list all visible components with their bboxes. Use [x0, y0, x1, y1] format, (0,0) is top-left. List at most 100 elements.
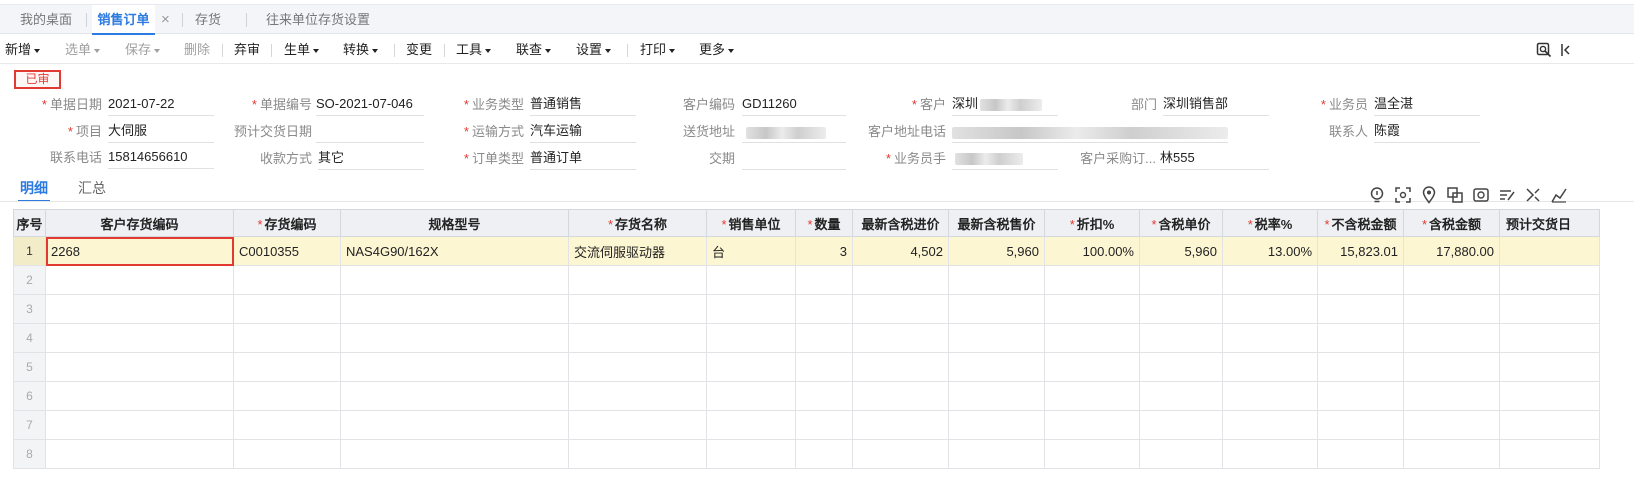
tab-detail[interactable]: 明细	[18, 178, 50, 202]
payment-field[interactable]: 其它	[318, 148, 424, 170]
biz-type-field[interactable]: 普通销售	[530, 94, 636, 116]
empty-cell[interactable]	[1403, 410, 1500, 440]
col-header-delivery-date[interactable]: 预计交货日	[1499, 209, 1600, 237]
location-icon[interactable]	[1420, 186, 1438, 204]
clear-icon[interactable]	[1472, 186, 1490, 204]
empty-cell[interactable]	[1139, 439, 1223, 469]
empty-cell[interactable]	[852, 439, 949, 469]
empty-cell[interactable]	[1139, 294, 1223, 324]
tab-sales-order[interactable]: 销售订单	[92, 5, 155, 35]
order-type-field[interactable]: 普通订单	[530, 148, 636, 170]
delete-button[interactable]: 删除	[184, 36, 210, 64]
empty-cell[interactable]	[233, 352, 341, 382]
empty-cell[interactable]	[233, 410, 341, 440]
col-header-customer-inventory-code[interactable]: 客户存货编码	[45, 209, 234, 237]
col-header-sales-unit[interactable]: * 销售单位	[706, 209, 796, 237]
empty-cell[interactable]	[795, 410, 853, 440]
empty-cell[interactable]	[795, 352, 853, 382]
cell-inventory-code[interactable]: C0010355	[233, 236, 341, 266]
empty-cell[interactable]	[1222, 410, 1318, 440]
unapprove-button[interactable]: 弃审	[234, 36, 260, 64]
change-button[interactable]: 变更	[406, 36, 432, 64]
convert-button[interactable]: 转换	[343, 36, 379, 64]
cell-net-amount[interactable]: 15,823.01	[1317, 236, 1404, 266]
department-field[interactable]: 深圳销售部	[1163, 94, 1269, 116]
empty-cell[interactable]	[948, 410, 1045, 440]
empty-cell[interactable]	[233, 381, 341, 411]
tools-button[interactable]: 工具	[456, 36, 492, 64]
empty-cell[interactable]	[233, 265, 341, 295]
empty-cell[interactable]	[45, 323, 234, 353]
empty-cell[interactable]	[1222, 352, 1318, 382]
empty-cell[interactable]	[1222, 439, 1318, 469]
empty-cell[interactable]	[948, 294, 1045, 324]
tab-desktop[interactable]: 我的桌面	[11, 5, 81, 34]
empty-cell[interactable]	[568, 265, 707, 295]
empty-cell[interactable]	[795, 381, 853, 411]
empty-cell[interactable]	[233, 439, 341, 469]
tab-partner-inventory-settings[interactable]: 往来单位存货设置	[258, 5, 378, 34]
settings-button[interactable]: 设置	[576, 36, 612, 64]
empty-cell[interactable]	[340, 323, 569, 353]
cell-discount[interactable]: 100.00%	[1044, 236, 1140, 266]
order-no-field[interactable]: SO-2021-07-046	[316, 94, 424, 116]
tab-inventory[interactable]: 存货	[188, 5, 228, 34]
empty-cell[interactable]	[340, 381, 569, 411]
col-header-no[interactable]: 序号	[13, 209, 46, 237]
transport-field[interactable]: 汽车运输	[530, 121, 636, 143]
empty-cell[interactable]	[852, 265, 949, 295]
chart-icon[interactable]	[1550, 186, 1568, 204]
col-header-unit-price[interactable]: * 含税单价	[1139, 209, 1223, 237]
due-field[interactable]	[742, 148, 846, 170]
empty-cell[interactable]	[1317, 352, 1404, 382]
empty-cell[interactable]	[1044, 439, 1140, 469]
empty-cell[interactable]	[568, 294, 707, 324]
empty-cell[interactable]	[1044, 294, 1140, 324]
query-button[interactable]: 联查	[516, 36, 552, 64]
empty-cell[interactable]	[568, 410, 707, 440]
empty-cell[interactable]	[1044, 323, 1140, 353]
cell-last-price[interactable]: 5,960	[948, 236, 1045, 266]
col-header-tax-rate[interactable]: * 税率%	[1222, 209, 1318, 237]
empty-cell[interactable]	[568, 352, 707, 382]
customer-po-field[interactable]: 林555	[1160, 148, 1269, 170]
edit-columns-icon[interactable]	[1498, 186, 1516, 204]
table-row[interactable]: 5	[13, 352, 1600, 382]
generate-button[interactable]: 生单	[284, 36, 320, 64]
empty-cell[interactable]	[1499, 323, 1600, 353]
empty-cell[interactable]	[340, 439, 569, 469]
empty-cell[interactable]	[795, 323, 853, 353]
cell-customer-inventory-code[interactable]: 2268	[45, 236, 234, 266]
table-row[interactable]: 4	[13, 323, 1600, 353]
empty-cell[interactable]	[340, 294, 569, 324]
table-row[interactable]: 7	[13, 410, 1600, 440]
empty-cell[interactable]	[1499, 439, 1600, 469]
save-button[interactable]: 保存	[125, 36, 161, 64]
empty-cell[interactable]	[1403, 265, 1500, 295]
col-header-quantity[interactable]: * 数量	[795, 209, 853, 237]
table-row[interactable]: 6	[13, 381, 1600, 411]
col-header-last-cost[interactable]: 最新含税进价	[852, 209, 949, 237]
empty-cell[interactable]	[233, 323, 341, 353]
empty-cell[interactable]	[1222, 323, 1318, 353]
empty-cell[interactable]	[1222, 381, 1318, 411]
empty-cell[interactable]	[1139, 352, 1223, 382]
empty-cell[interactable]	[1222, 294, 1318, 324]
empty-cell[interactable]	[45, 265, 234, 295]
empty-cell[interactable]	[706, 265, 796, 295]
empty-cell[interactable]	[1317, 381, 1404, 411]
empty-cell[interactable]	[948, 381, 1045, 411]
empty-cell[interactable]	[45, 352, 234, 382]
empty-cell[interactable]	[45, 294, 234, 324]
cell-sales-unit[interactable]: 台	[706, 236, 796, 266]
empty-cell[interactable]	[948, 265, 1045, 295]
split-icon[interactable]	[1524, 186, 1542, 204]
scan-icon[interactable]	[1394, 186, 1412, 204]
empty-cell[interactable]	[852, 323, 949, 353]
empty-cell[interactable]	[852, 381, 949, 411]
salesman-field[interactable]: 温全湛	[1374, 94, 1480, 116]
cell-delivery-date[interactable]	[1499, 236, 1600, 266]
empty-cell[interactable]	[706, 294, 796, 324]
empty-cell[interactable]	[1499, 265, 1600, 295]
tab-summary[interactable]: 汇总	[78, 178, 106, 200]
